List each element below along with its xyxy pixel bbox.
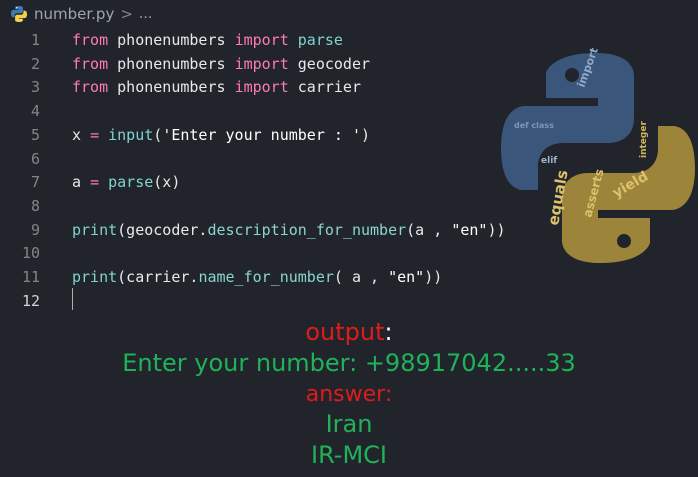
text-cursor [72, 288, 73, 310]
output-title: output: [0, 318, 698, 346]
code-token: = [90, 125, 100, 144]
code-line[interactable]: 11 print(carrier.name_for_number( a , "en… [0, 265, 698, 289]
breadcrumb-more[interactable]: ... [139, 6, 152, 22]
line-number: 9 [30, 220, 40, 239]
code-token: from [72, 54, 109, 73]
code-token: a [72, 173, 91, 192]
code-token: (a , [406, 220, 452, 239]
line-number: 6 [30, 149, 40, 168]
code-token: import [234, 78, 289, 97]
code-token: )) [487, 220, 506, 239]
code-token: x [72, 125, 91, 144]
python-icon [11, 6, 27, 22]
code-token: print [72, 268, 118, 286]
output-input-line: Enter your number: +98917042.....33 [122, 349, 576, 377]
code-text[interactable]: print(geocoder.description_for_number(a … [72, 218, 506, 242]
output-result-carrier: IR-MCI [311, 441, 387, 469]
code-editor[interactable]: import elif yield equals asserts def cla… [0, 28, 698, 318]
breadcrumb: number.py > ... [0, 0, 698, 28]
breadcrumb-separator: > [120, 5, 133, 23]
code-line[interactable]: 12 [0, 289, 698, 313]
code-token: parse [288, 31, 343, 49]
line-number: 12 [21, 291, 40, 310]
line-number: 4 [30, 102, 40, 121]
breadcrumb-filename[interactable]: number.py [34, 5, 114, 23]
output-panel: output: Enter your number: +98917042....… [0, 318, 698, 477]
code-token: "en" [388, 268, 425, 286]
code-token: (x) [153, 173, 181, 192]
code-token: phonenumbers [108, 78, 235, 97]
code-token: import [234, 31, 289, 49]
code-token: import [234, 54, 289, 73]
code-token: = [90, 173, 100, 192]
code-line[interactable]: 8 [0, 194, 698, 218]
code-token: "en" [451, 220, 488, 239]
code-line[interactable]: 1 from phonenumbers import parse [0, 28, 698, 52]
code-token: phonenumbers [108, 54, 235, 73]
code-token: (carrier. [117, 268, 199, 286]
code-token: carrier [288, 78, 361, 97]
code-token: geocoder [288, 54, 371, 73]
code-token: description_for_number [207, 220, 407, 239]
code-text[interactable]: a = parse(x) [72, 170, 180, 194]
line-number: 10 [21, 244, 40, 263]
code-token: from [72, 31, 109, 49]
code-token: input [108, 125, 154, 144]
line-number: 11 [21, 268, 40, 286]
code-line[interactable]: 4 [0, 99, 698, 123]
code-token: phonenumbers [108, 31, 235, 49]
code-token: from [72, 78, 109, 97]
line-number: 8 [30, 196, 40, 215]
code-token: ) [361, 125, 371, 144]
code-text[interactable]: print(carrier.name_for_number( a , "en")… [72, 265, 442, 289]
line-number: 2 [30, 54, 40, 73]
code-text[interactable]: from phonenumbers import carrier [72, 75, 361, 99]
output-title-colon: : [384, 318, 393, 346]
code-text[interactable]: x = input('Enter your number : ') [72, 123, 370, 147]
code-line[interactable]: 10 [0, 241, 698, 265]
code-token: name_for_number [198, 268, 334, 286]
output-title-text: output [305, 318, 385, 346]
line-number: 7 [30, 173, 40, 192]
code-text[interactable]: from phonenumbers import geocoder [72, 52, 370, 76]
line-number: 1 [30, 31, 40, 49]
output-result-country: Iran [325, 410, 373, 438]
code-line[interactable]: 6 [0, 147, 698, 171]
line-number: 5 [30, 125, 40, 144]
code-line[interactable]: 7 a = parse(x) [0, 170, 698, 194]
output-answer-label: answer: [305, 382, 393, 407]
code-token: )) [424, 268, 443, 286]
code-token: parse [108, 173, 154, 192]
code-token: (geocoder. [117, 220, 208, 239]
code-text[interactable]: from phonenumbers import parse [72, 28, 343, 52]
code-line[interactable]: 5 x = input('Enter your number : ') [0, 123, 698, 147]
code-token: ( a , [333, 268, 389, 286]
code-line[interactable]: 9 print(geocoder.description_for_number(a… [0, 218, 698, 242]
code-token: ( [153, 125, 163, 144]
line-number: 3 [30, 78, 40, 97]
code-line[interactable]: 2 from phonenumbers import geocoder [0, 52, 698, 76]
code-token: 'Enter your number : ' [162, 125, 361, 144]
code-line[interactable]: 3 from phonenumbers import carrier [0, 75, 698, 99]
code-token: print [72, 220, 118, 239]
